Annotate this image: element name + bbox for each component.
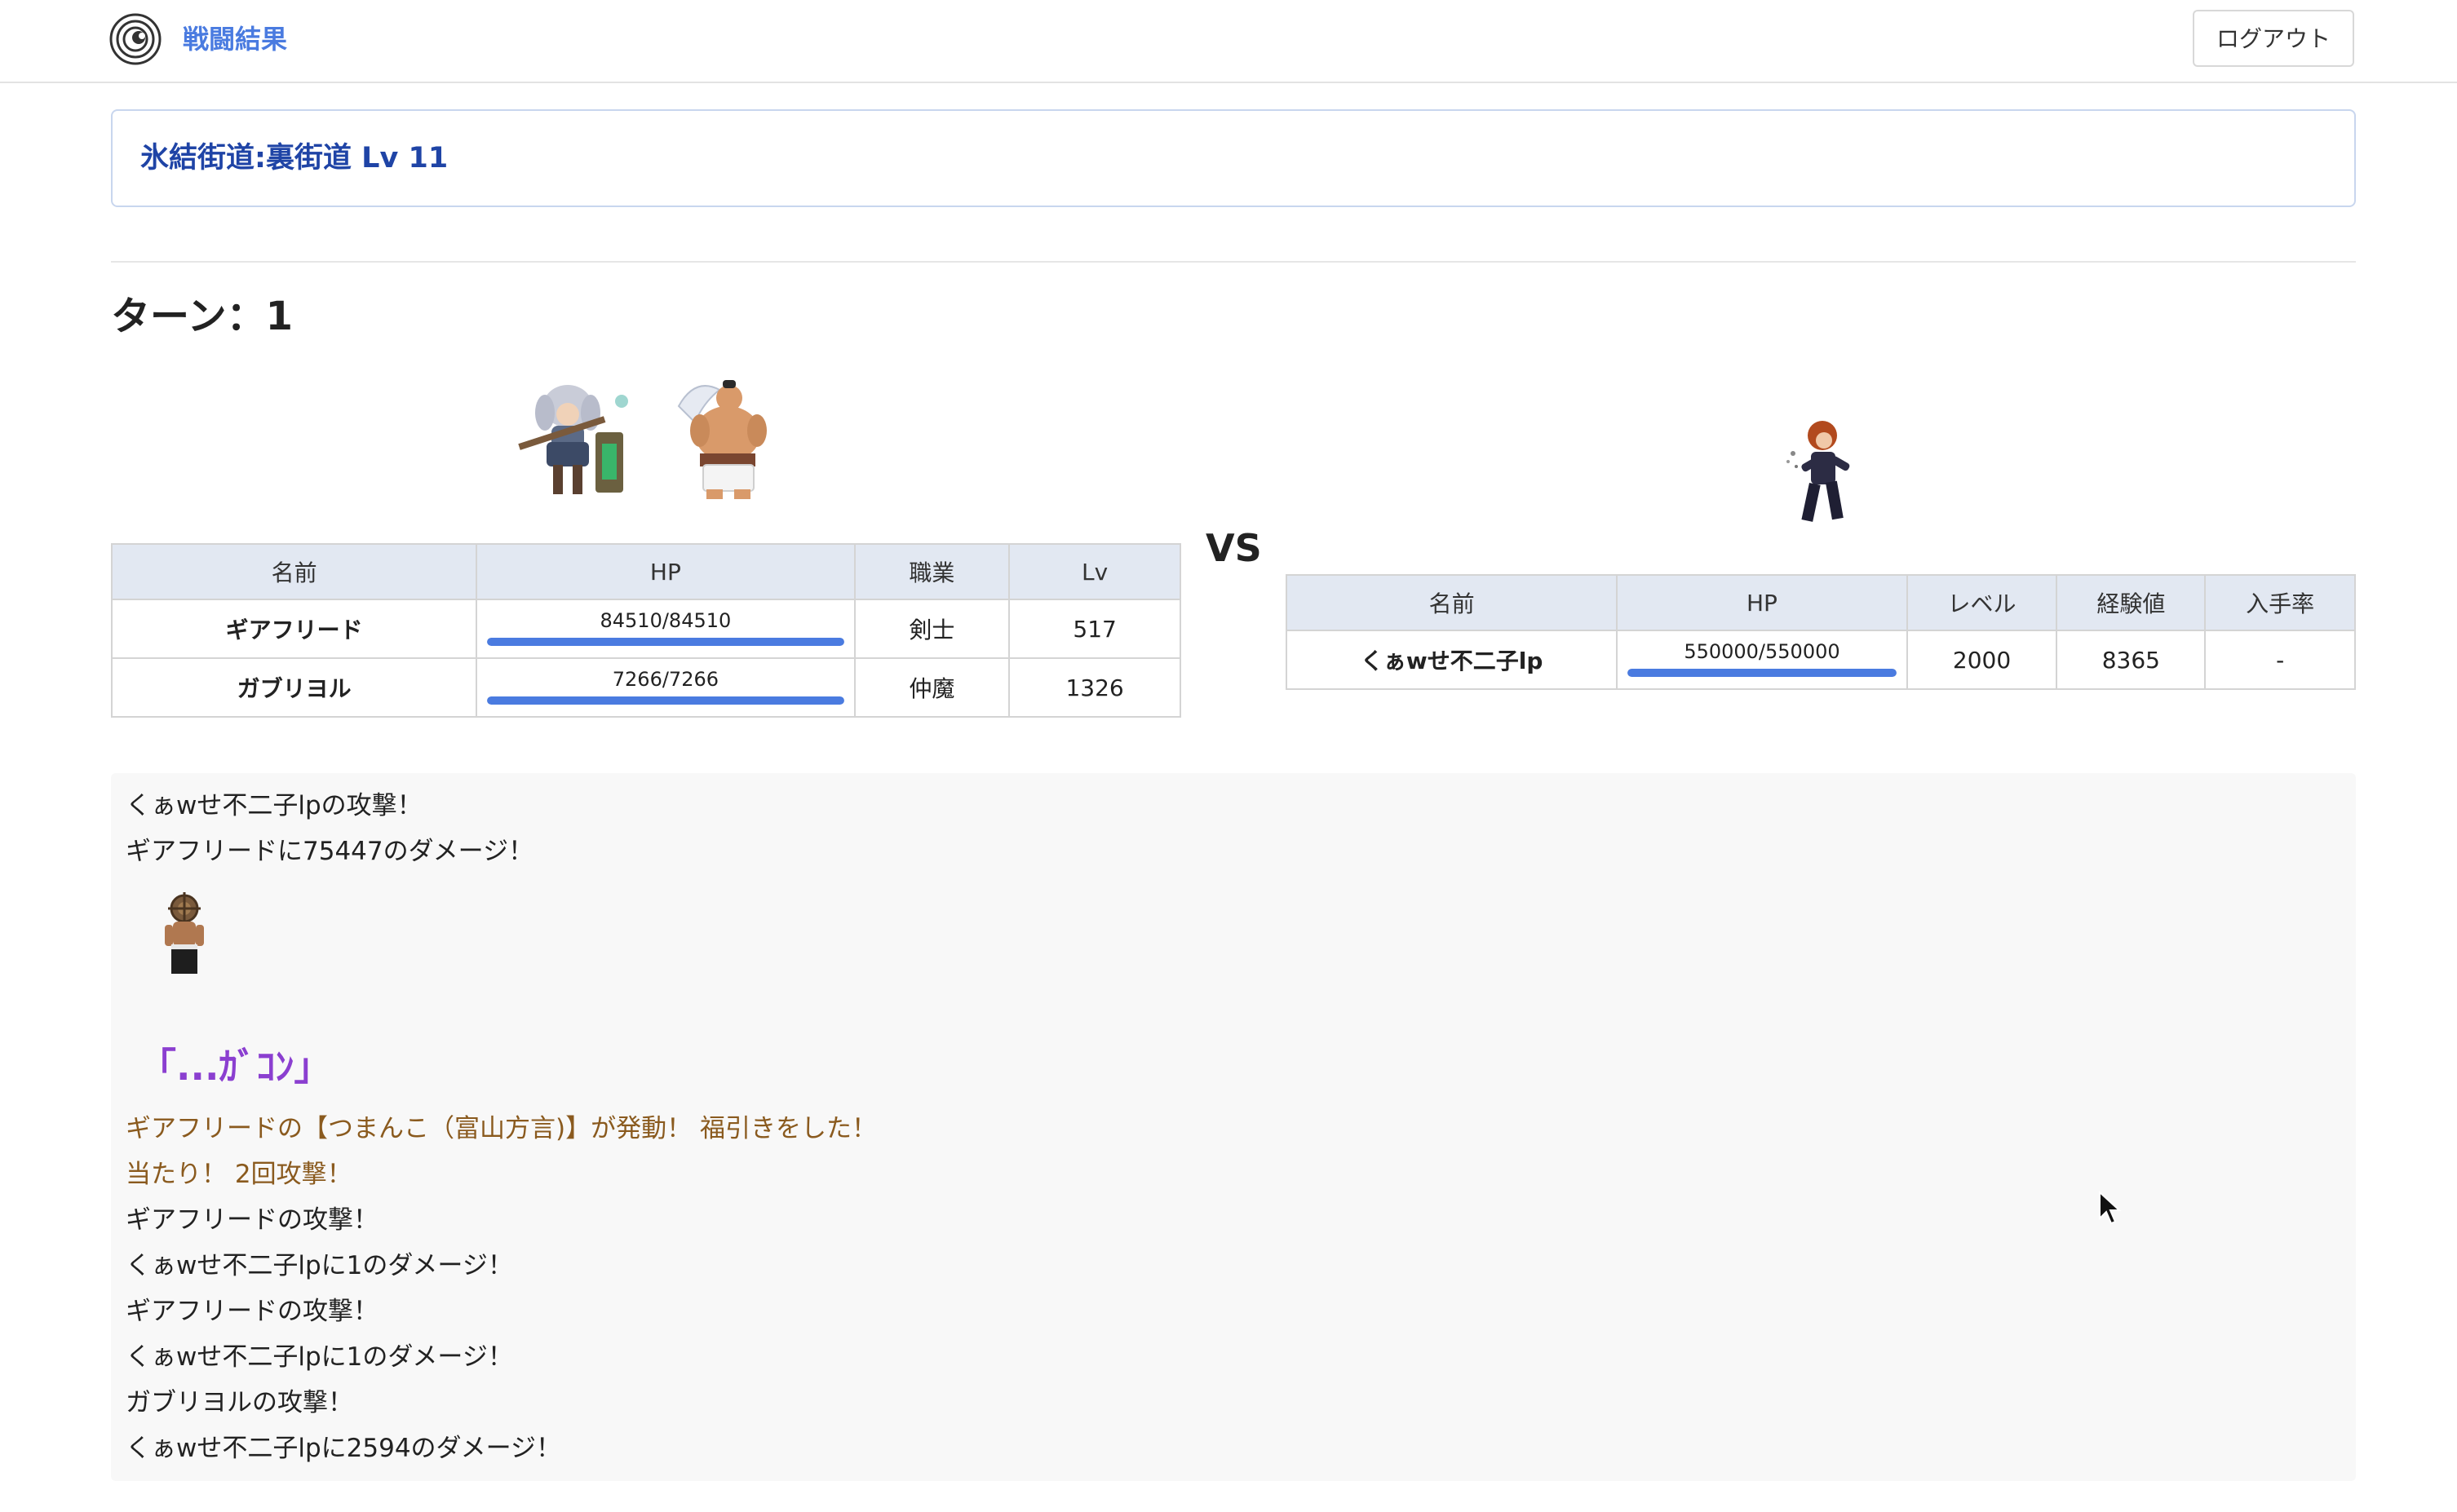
log-line-skill: 当たり！ 2回攻撃！	[126, 1160, 352, 1189]
enemy-exp: 8365	[2056, 630, 2207, 690]
hp-cell: 84510/84510	[476, 599, 856, 659]
column-header: HP	[476, 543, 856, 600]
enemy-table: 名前 HP レベル 経験値 入手率 くぁwせ不二子lp 550000/55000…	[1285, 574, 2356, 690]
column-header: 経験値	[2056, 574, 2207, 631]
enemy-level: 2000	[1906, 630, 2058, 690]
divider	[111, 261, 2356, 263]
member-job: 剣士	[853, 599, 1011, 659]
table-row: ガブリヨル 7266/7266 仲魔 1326	[110, 657, 1181, 718]
hp-bar	[487, 638, 844, 646]
log-line: ギアフリードの攻撃！	[126, 1205, 379, 1235]
hp-bar-fill	[1627, 669, 1897, 677]
party-member-2-sprite	[677, 380, 767, 499]
log-line: くぁwせ不二子lpに1のダメージ！	[126, 1342, 513, 1372]
location-panel: 氷結街道:裏街道 Lv 11	[111, 109, 2356, 207]
log-line: ギアフリードの攻撃！	[126, 1297, 379, 1326]
member-level: 517	[1008, 599, 1181, 659]
skill-character-sprite	[165, 892, 204, 974]
log-line: ギアフリードに75447のダメージ！	[126, 837, 534, 866]
member-job: 仲魔	[853, 657, 1011, 718]
log-line: ガブリヨルの攻撃！	[126, 1388, 353, 1417]
member-name: ガブリヨル	[110, 657, 478, 718]
hp-value: 550000/550000	[1684, 640, 1840, 663]
enemy-table-header: 名前 HP レベル 経験値 入手率	[1285, 574, 2356, 631]
hp-value: 7266/7266	[612, 668, 719, 691]
column-header: Lv	[1008, 543, 1181, 600]
column-header: 職業	[853, 543, 1011, 600]
enemy-name: くぁwせ不二子lp	[1285, 630, 1618, 690]
logout-button[interactable]: ログアウト	[2193, 10, 2354, 67]
log-line: くぁwせ不二子lpに2594のダメージ！	[126, 1434, 561, 1463]
log-line: くぁwせ不二子lpに1のダメージ！	[126, 1251, 513, 1280]
mouse-cursor-icon	[2099, 1191, 2122, 1225]
top-navbar: 戦闘結果 ログアウト	[0, 0, 2457, 83]
table-row: ギアフリード 84510/84510 剣士 517	[110, 599, 1181, 659]
hp-value: 84510/84510	[600, 609, 732, 632]
hp-cell: 550000/550000	[1616, 630, 1908, 690]
turn-counter: ターン：1	[111, 294, 293, 339]
enemy-sprite	[1786, 421, 1850, 522]
party-table: 名前 HP 職業 Lv ギアフリード 84510/84510 剣士 517 ガブ…	[110, 543, 1181, 718]
app-title[interactable]: 戦闘結果	[183, 20, 287, 59]
location-title: 氷結街道:裏街道 Lv 11	[140, 142, 449, 175]
hp-bar	[487, 696, 844, 705]
party-member-1-sprite	[518, 385, 628, 494]
skill-quote: 「...ｶﾞｺﾝ」	[139, 1045, 332, 1089]
column-header: 入手率	[2204, 574, 2356, 631]
column-header: レベル	[1906, 574, 2058, 631]
hp-bar-fill	[487, 638, 844, 646]
hp-bar	[1627, 669, 1897, 677]
hp-bar-fill	[487, 696, 844, 705]
hp-cell: 7266/7266	[476, 657, 856, 718]
vs-label: VS	[1206, 526, 1262, 570]
logo-icon[interactable]	[109, 13, 162, 65]
member-level: 1326	[1008, 657, 1181, 718]
enemy-drop-rate: -	[2204, 630, 2356, 690]
table-row: くぁwせ不二子lp 550000/550000 2000 8365 -	[1285, 630, 2356, 690]
log-line-skill: ギアフリードの【つまんこ（富山方言)】が発動！ 福引きをした！	[126, 1114, 877, 1143]
member-name: ギアフリード	[110, 599, 478, 659]
column-header: HP	[1616, 574, 1908, 631]
column-header: 名前	[1285, 574, 1618, 631]
battle-log: くぁwせ不二子lpの攻撃！ ギアフリードに75447のダメージ！ 「...ｶﾞｺ…	[111, 773, 2356, 1481]
column-header: 名前	[110, 543, 478, 600]
log-line: くぁwせ不二子lpの攻撃！	[126, 791, 423, 820]
party-table-header: 名前 HP 職業 Lv	[110, 543, 1181, 600]
